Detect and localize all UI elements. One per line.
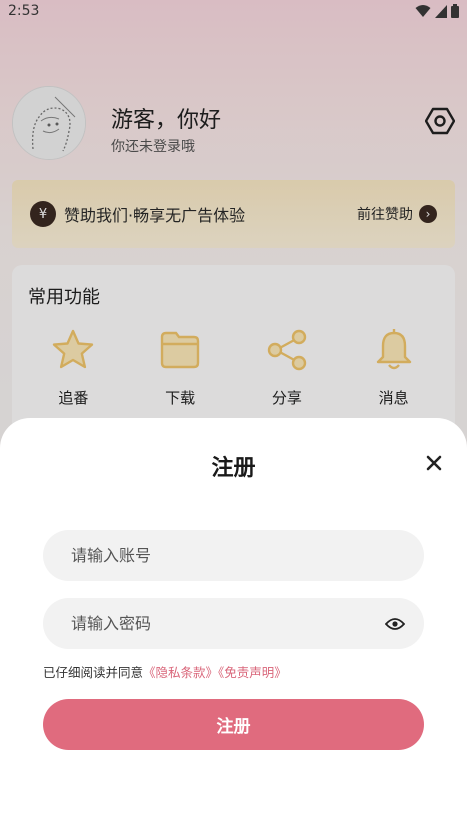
- register-bottom-sheet: 注册 已仔细阅读并同意《隐私条款》《免责声明》 注册: [0, 418, 467, 831]
- account-field[interactable]: [43, 530, 424, 581]
- account-input[interactable]: [71, 530, 406, 581]
- sheet-title: 注册: [211, 456, 256, 481]
- agreement-text: 已仔细阅读并同意《隐私条款》《免责声明》: [43, 662, 287, 681]
- eye-icon: [385, 617, 405, 630]
- disclaimer-link[interactable]: 《免责声明》: [218, 665, 287, 680]
- toggle-password-visibility-button[interactable]: [384, 613, 406, 635]
- close-icon: [426, 455, 442, 471]
- close-button[interactable]: [422, 451, 446, 475]
- password-field[interactable]: [43, 598, 424, 649]
- password-input[interactable]: [71, 598, 384, 649]
- agreement-prefix: 已仔细阅读并同意: [43, 665, 144, 680]
- register-submit-button[interactable]: 注册: [43, 699, 424, 750]
- privacy-policy-link[interactable]: 《隐私条款》: [143, 665, 218, 680]
